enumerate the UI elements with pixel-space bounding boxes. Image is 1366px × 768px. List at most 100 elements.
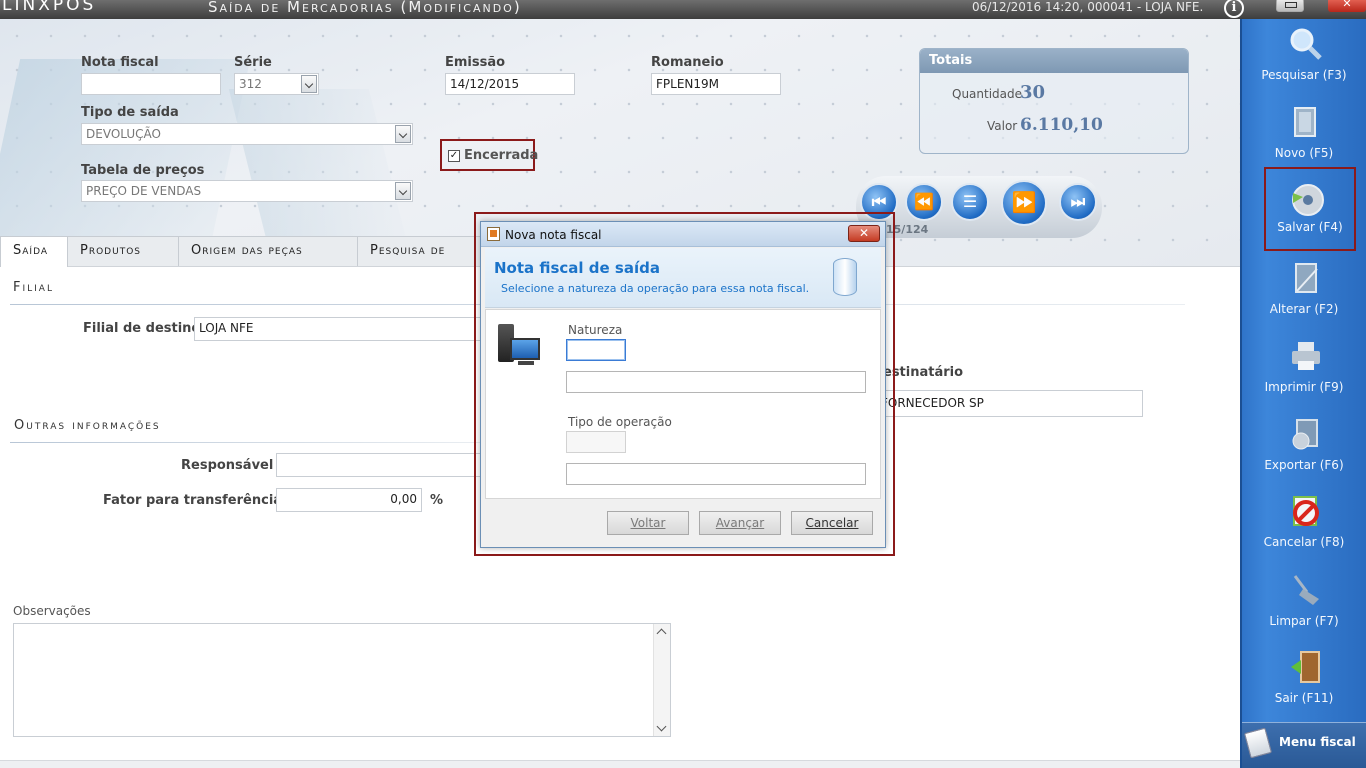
quantidade-label: Quantidade	[952, 87, 1023, 101]
chevron-down-icon[interactable]	[395, 182, 411, 200]
section-divider	[10, 442, 490, 443]
status-text: 06/12/2016 14:20, 000041 - LOJA NFE.	[972, 0, 1204, 14]
next-record-icon[interactable]: ⏩	[1001, 180, 1047, 226]
fator-unit: %	[430, 493, 444, 508]
dialog-header: Nota fiscal de saída Selecione a naturez…	[485, 248, 881, 308]
observacoes-textarea[interactable]	[13, 623, 671, 737]
emissao-label: Emissão	[445, 55, 506, 70]
tab-origem-pecas[interactable]: Origem das peças	[178, 236, 358, 266]
tipo-operacao-code-input[interactable]	[566, 431, 626, 453]
header-decoration	[228, 89, 412, 259]
checkbox-check-icon[interactable]: ✓	[448, 150, 460, 162]
cancel-button[interactable]: Cancelar (F8)	[1242, 490, 1366, 566]
encerrada-checkbox[interactable]: ✓ Encerrada	[440, 139, 539, 171]
cancelar-button[interactable]: Cancelar	[791, 511, 873, 535]
dialog-title-bar: Nova nota fiscal ✕	[481, 222, 885, 247]
new-button-label: Novo (F5)	[1274, 146, 1334, 160]
observacoes-label: Observações	[13, 604, 91, 618]
action-sidebar: Pesquisar (F3) Novo (F5) Salvar (F4) Alt…	[1240, 19, 1366, 768]
responsavel-label: Responsável	[181, 458, 274, 473]
tab-produtos[interactable]: Produtos	[67, 236, 179, 266]
romaneio-input[interactable]: FPLEN19M	[651, 73, 781, 95]
printer-icon	[1292, 342, 1320, 370]
tipo-saida-select[interactable]: DEVOLUÇÃO	[81, 123, 413, 145]
exit-button-label: Sair (F11)	[1274, 691, 1334, 705]
filial-section-title: Filial	[13, 280, 54, 295]
fator-transferencia-input[interactable]: 0,00	[276, 488, 422, 512]
dialog-title: Nova nota fiscal	[505, 228, 602, 242]
save-button-label: Salvar (F4)	[1277, 220, 1343, 234]
emissao-input[interactable]: 14/12/2015	[445, 73, 575, 95]
previous-record-icon[interactable]: ⏪	[905, 183, 943, 221]
romaneio-label: Romaneio	[651, 55, 724, 70]
tab-label: Origem das peças	[191, 243, 303, 258]
natureza-code-input[interactable]	[566, 339, 626, 361]
list-records-icon[interactable]: ☰	[951, 183, 989, 221]
dialog-subheading: Selecione a natureza da operação para es…	[501, 282, 810, 295]
dialog-close-button[interactable]: ✕	[848, 225, 880, 242]
serie-select[interactable]: 312	[234, 73, 319, 95]
filial-destino-label: Filial de destino	[83, 321, 201, 336]
export-button[interactable]: Exportar (F6)	[1242, 413, 1366, 489]
info-icon[interactable]: i	[1224, 0, 1244, 18]
broom-icon	[1293, 575, 1319, 605]
fator-transferencia-label: Fator para transferência	[103, 493, 283, 508]
exit-door-icon	[1291, 651, 1320, 683]
cancel-button-label: Cancelar (F8)	[1263, 535, 1345, 549]
menu-fiscal-button[interactable]: Menu fiscal	[1242, 722, 1366, 768]
chevron-down-icon[interactable]	[395, 125, 411, 143]
print-button[interactable]: Imprimir (F9)	[1242, 335, 1366, 411]
serie-value: 312	[239, 77, 262, 91]
tipo-saida-value: DEVOLUÇÃO	[86, 127, 161, 141]
save-button[interactable]: Salvar (F4)	[1264, 167, 1356, 251]
natureza-description-input[interactable]	[566, 371, 866, 393]
tipo-saida-label: Tipo de saída	[81, 105, 179, 120]
nota-fiscal-label: Nota fiscal	[81, 55, 159, 70]
minimize-button[interactable]	[1276, 0, 1304, 12]
receipt-icon	[1244, 727, 1272, 759]
tab-label: Pesquisa de	[370, 243, 446, 258]
search-button-label: Pesquisar (F3)	[1261, 68, 1347, 82]
edit-button[interactable]: Alterar (F2)	[1242, 257, 1366, 333]
destinatario-input[interactable]: FORNECEDOR SP	[876, 390, 1143, 417]
export-icon	[1292, 419, 1318, 450]
new-button[interactable]: Novo (F5)	[1242, 101, 1366, 177]
responsavel-input[interactable]	[276, 453, 496, 477]
tipo-operacao-description-input[interactable]	[566, 463, 866, 485]
magnifier-icon	[1290, 28, 1322, 60]
save-disc-icon	[1292, 184, 1324, 216]
scrollbar[interactable]	[653, 624, 670, 736]
title-bar: LINXPOS Saída de Mercadorias (Modificand…	[0, 0, 1366, 19]
totais-panel: Totais Quantidade 30 Valor 6.110,10	[919, 48, 1189, 154]
nova-nota-fiscal-dialog: Nova nota fiscal ✕ Nota fiscal de saída …	[480, 221, 886, 548]
scroll-down-icon[interactable]	[656, 721, 667, 732]
natureza-label: Natureza	[568, 323, 623, 337]
tipo-operacao-label: Tipo de operação	[568, 415, 672, 429]
search-button[interactable]: Pesquisar (F3)	[1242, 23, 1366, 99]
totais-title: Totais	[920, 49, 1188, 73]
valor-value: 6.110,10	[1020, 115, 1103, 135]
filial-destino-input[interactable]: LOJA NFE	[194, 317, 494, 341]
exit-button[interactable]: Sair (F11)	[1242, 646, 1366, 722]
voltar-button[interactable]: Voltar	[607, 511, 689, 535]
last-record-icon[interactable]: ⏭	[1059, 183, 1097, 221]
quantidade-value: 30	[1020, 82, 1046, 103]
close-button[interactable]: ✕	[1328, 0, 1366, 12]
avancar-button[interactable]: Avançar	[699, 511, 781, 535]
destinatario-label: estinatário	[883, 365, 964, 380]
tabela-precos-value: PREÇO DE VENDAS	[86, 184, 202, 198]
chevron-down-icon[interactable]	[301, 75, 317, 93]
tab-saida[interactable]: Saída	[0, 236, 68, 267]
tabela-precos-select[interactable]: PREÇO DE VENDAS	[81, 180, 413, 202]
dialog-body: Natureza Tipo de operação	[485, 309, 881, 499]
database-icon	[833, 258, 857, 296]
tab-label: Saída	[13, 243, 48, 258]
nota-fiscal-input[interactable]	[81, 73, 221, 95]
tabela-precos-label: Tabela de preços	[81, 163, 205, 178]
encerrada-label: Encerrada	[464, 148, 539, 163]
print-button-label: Imprimir (F9)	[1264, 380, 1344, 394]
dialog-heading: Nota fiscal de saída	[494, 259, 660, 277]
scroll-up-icon[interactable]	[656, 628, 667, 639]
app-logo: LINXPOS	[2, 0, 97, 15]
clear-button[interactable]: Limpar (F7)	[1242, 569, 1366, 645]
